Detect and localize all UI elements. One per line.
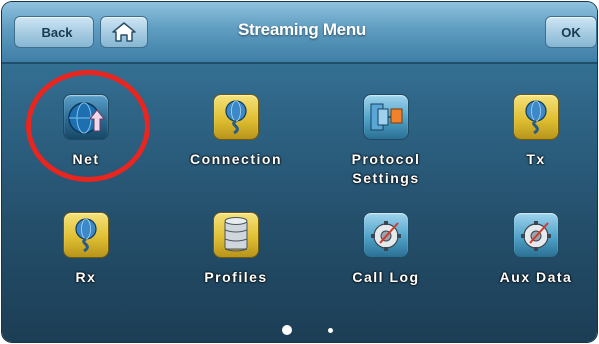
menu-item-protocol-settings[interactable]: Protocol Settings <box>326 94 446 188</box>
ok-button[interactable]: OK <box>545 16 597 48</box>
title-bar: Back Streaming Menu OK <box>2 2 597 64</box>
connection-globe-cable-icon <box>213 94 259 140</box>
ok-button-label: OK <box>561 24 581 40</box>
back-button[interactable]: Back <box>14 16 94 48</box>
menu-item-label: Connection <box>190 151 282 167</box>
menu-item-aux-data[interactable]: Aux Data <box>476 212 596 287</box>
menu-item-label: Tx <box>526 151 546 167</box>
tx-globe-cable-icon <box>513 94 559 140</box>
streaming-menu-screen: Back Streaming Menu OK Net Connection Pr… <box>2 2 597 342</box>
page-indicator-dot-active[interactable] <box>282 325 292 335</box>
menu-item-rx[interactable]: Rx <box>26 212 146 287</box>
menu-item-label: Profiles <box>204 269 268 285</box>
menu-item-label: Aux Data <box>499 269 573 285</box>
menu-item-call-log[interactable]: Call Log <box>326 212 446 287</box>
rx-globe-cable-icon <box>63 212 109 258</box>
back-button-label: Back <box>41 24 73 40</box>
menu-item-label: Protocol Settings <box>351 151 421 186</box>
highlight-circle-annotation <box>26 70 150 182</box>
page-title: Streaming Menu <box>237 20 367 39</box>
aux-data-gear-icon <box>513 212 559 258</box>
page-indicator-dot[interactable] <box>328 328 333 333</box>
menu-item-label: Rx <box>75 269 97 285</box>
menu-item-label: Call Log <box>352 269 420 285</box>
home-icon <box>112 22 136 42</box>
menu-item-tx[interactable]: Tx <box>476 94 596 169</box>
profiles-database-icon <box>213 212 259 258</box>
menu-item-connection[interactable]: Connection <box>176 94 296 169</box>
protocol-settings-icon <box>363 94 409 140</box>
menu-item-profiles[interactable]: Profiles <box>176 212 296 287</box>
call-log-gear-icon <box>363 212 409 258</box>
home-button[interactable] <box>100 16 148 48</box>
